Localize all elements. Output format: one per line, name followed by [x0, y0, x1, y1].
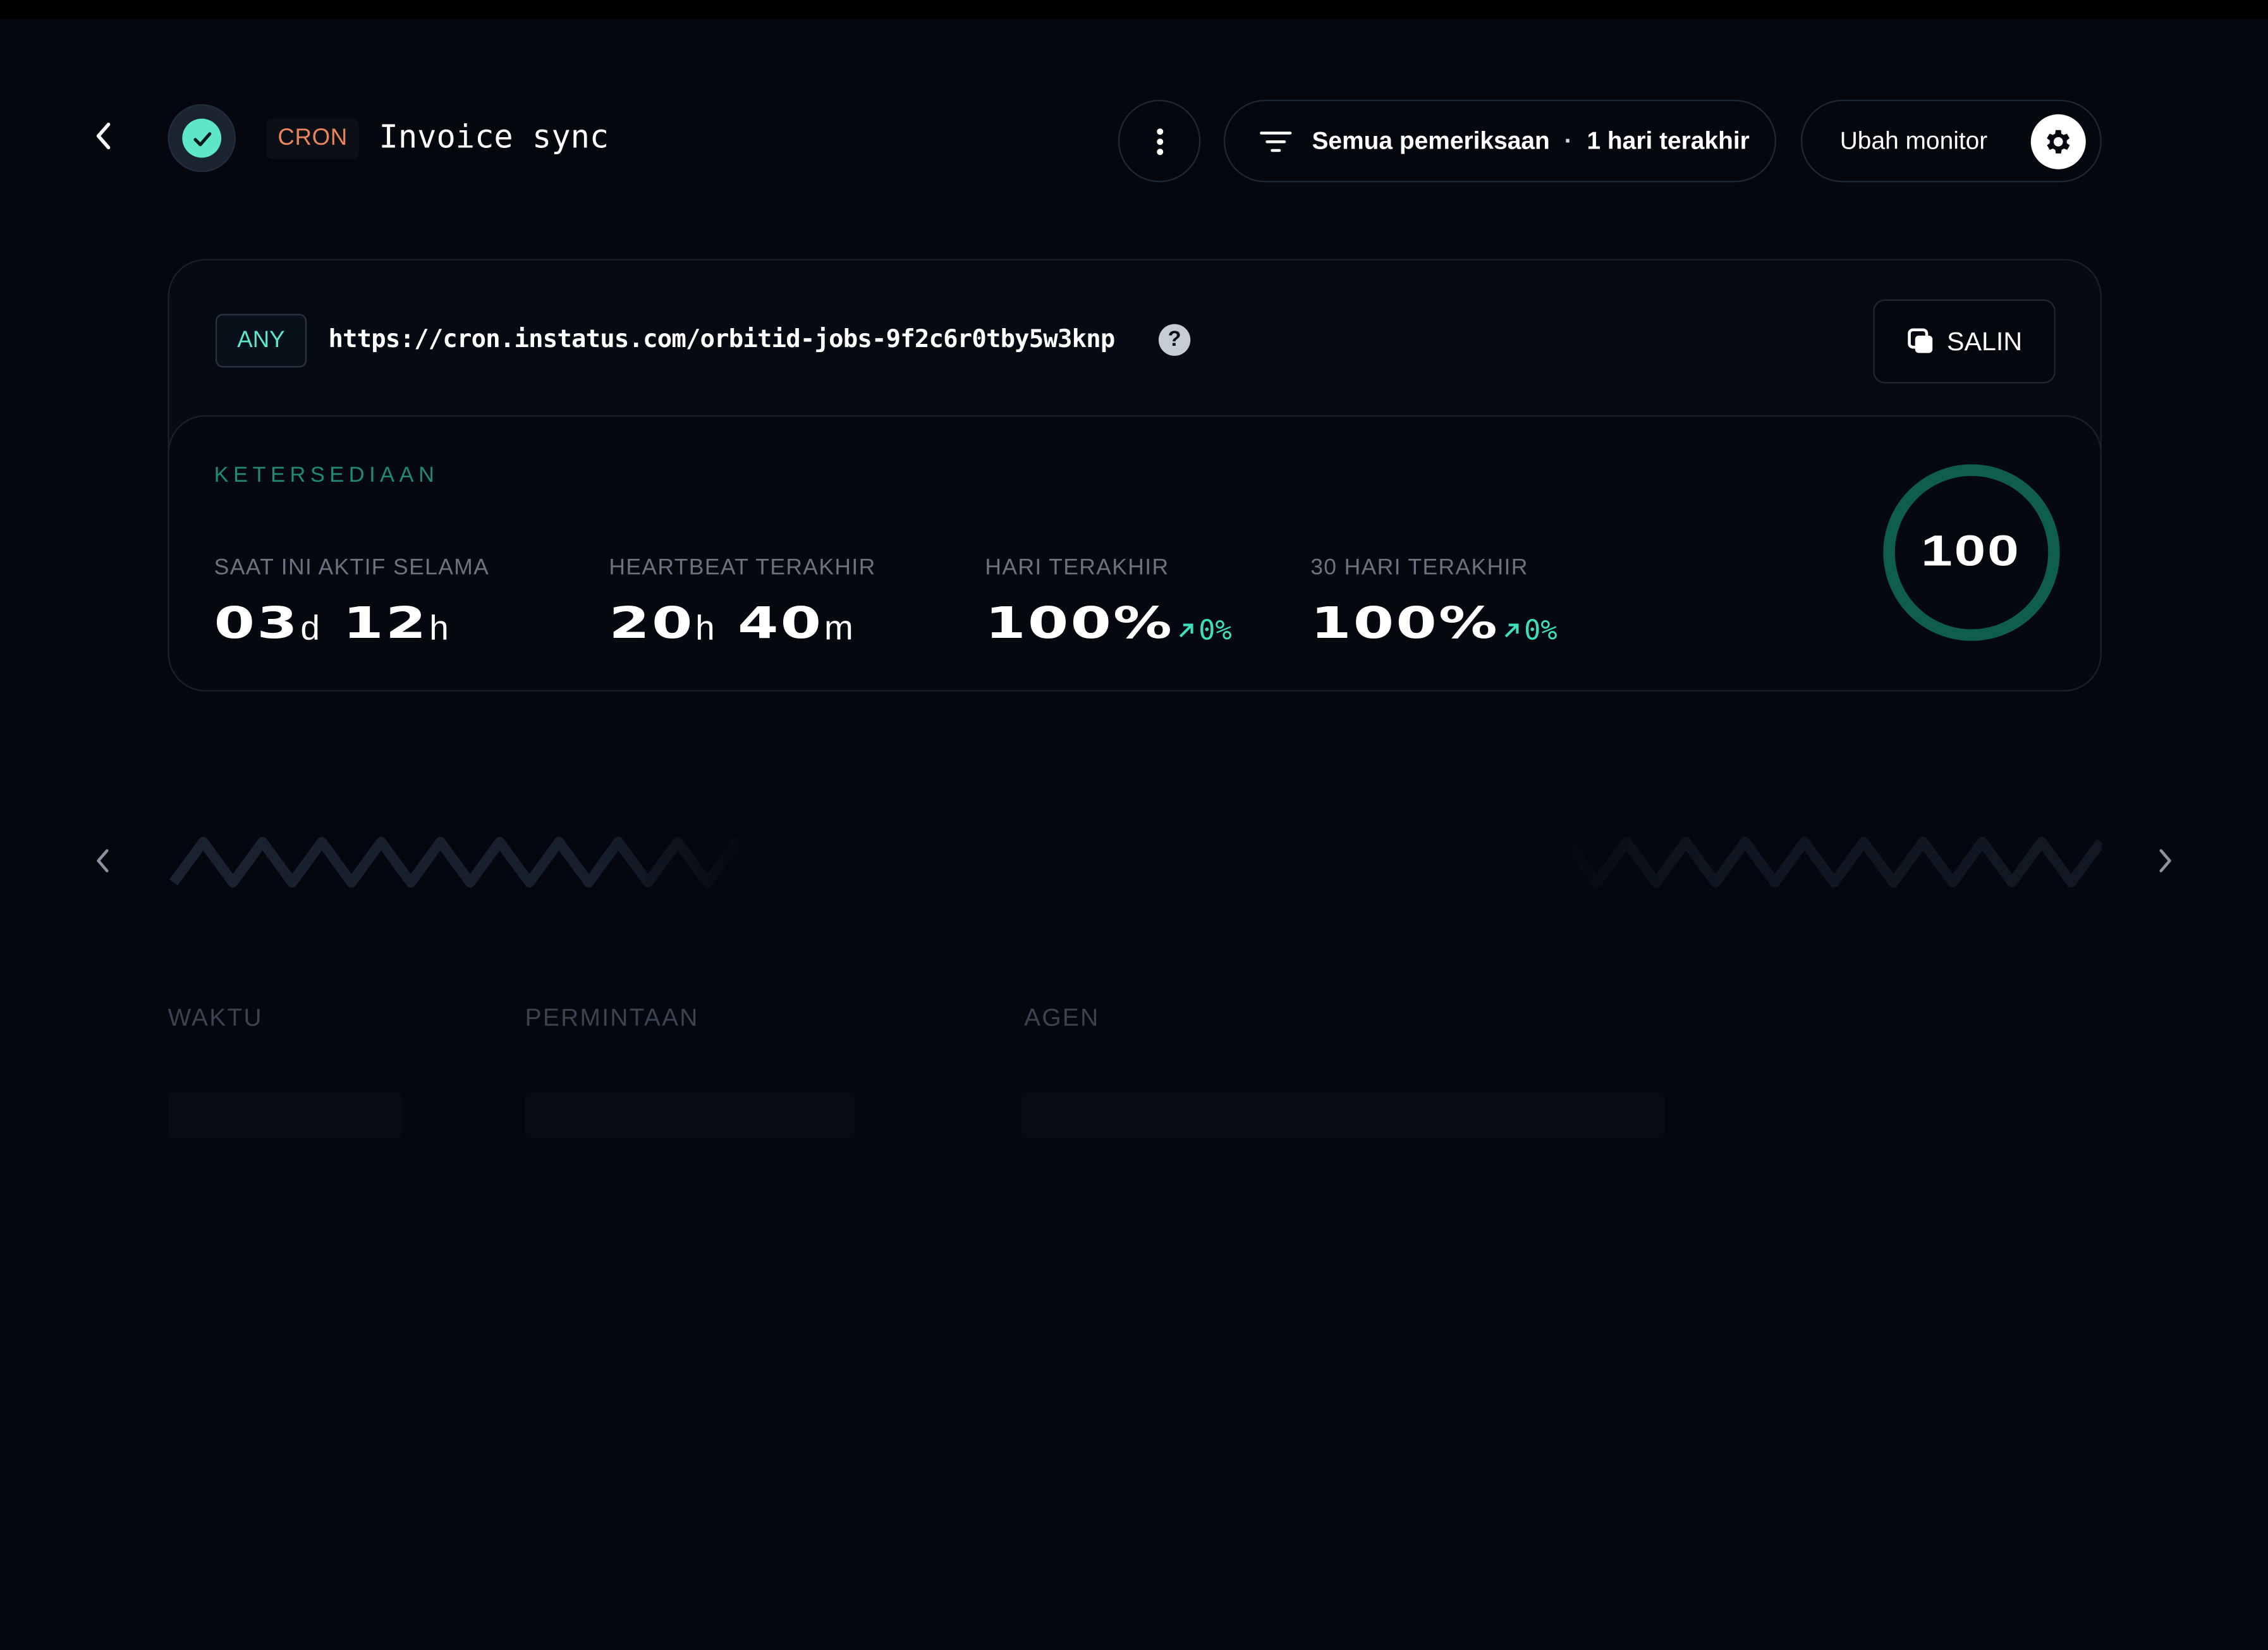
heartbeat-minutes-unit: m	[824, 609, 853, 649]
settings-button[interactable]	[2030, 114, 2086, 169]
last-day-delta-value: 0%	[1198, 614, 1232, 647]
arrow-up-right-icon	[1179, 623, 1193, 638]
timeline-next-button[interactable]	[2143, 839, 2187, 883]
column-header-agent: AGEN	[1024, 1004, 1100, 1032]
edit-monitor-label: Ubah monitor	[1839, 126, 1988, 154]
last-30-days-delta: 0%	[1503, 612, 1558, 649]
uptime-hours-value: 12	[343, 599, 429, 650]
filter-separator: ·	[1564, 126, 1573, 154]
stat-label: 30 HARI TERAKHIR	[1310, 555, 1528, 580]
arrow-up-right-icon	[1504, 623, 1518, 638]
kebab-icon	[1156, 128, 1163, 155]
stat-value: 03 d 12 h	[214, 599, 490, 650]
monitor-title: Invoice sync	[379, 119, 609, 157]
last-30-days-value: 100%	[1310, 599, 1499, 650]
stat-last-day: HARI TERAKHIR 100% 0%	[985, 556, 1231, 650]
column-header-time: WAKTU	[168, 1004, 263, 1032]
stat-value: 100% 0%	[985, 599, 1232, 650]
stat-uptime: SAAT INI AKTIF SELAMA 03 d 12 h	[214, 556, 490, 650]
heartbeat-minutes-value: 40	[738, 599, 824, 650]
stat-value: 20 h 40 m	[609, 599, 875, 650]
stat-last-30-days: 30 HARI TERAKHIR 100% 0%	[1310, 556, 1557, 650]
monitor-type-tag: CRON	[266, 118, 360, 159]
filter-button[interactable]: Semua pemeriksaan · 1 hari terakhir	[1223, 99, 1777, 183]
status-dot	[182, 118, 222, 158]
more-options-button[interactable]	[1118, 99, 1201, 183]
stat-label: SAAT INI AKTIF SELAMA	[214, 555, 490, 580]
availability-score-value: 100	[1922, 528, 2021, 576]
skeleton-cell-time	[168, 1092, 403, 1139]
availability-score-ring: 100	[1881, 461, 2063, 644]
check-icon	[193, 131, 211, 146]
gear-icon	[2047, 130, 2070, 154]
chevron-right-icon	[2159, 849, 2171, 872]
endpoint-url: https://cron.instatus.com/orbitid-jobs-9…	[328, 325, 1115, 355]
stat-label: HEARTBEAT TERAKHIR	[609, 555, 876, 580]
edit-monitor-button[interactable]: Ubah monitor	[1800, 99, 2102, 183]
column-header-request: PERMINTAAN	[525, 1004, 699, 1032]
chevron-left-icon	[96, 123, 111, 150]
availability-title: KETERSEDIAAN	[214, 463, 439, 488]
stat-last-heartbeat: HEARTBEAT TERAKHIR 20 h 40 m	[609, 556, 875, 650]
monitor-page: CRON Invoice sync Semua pemeriksaan · 1 …	[0, 0, 2268, 1650]
filter-range-label: 1 hari terakhir	[1587, 126, 1750, 154]
filter-lines-icon	[1260, 131, 1292, 152]
timeline-prev-button[interactable]	[81, 839, 125, 883]
last-day-delta: 0%	[1177, 612, 1232, 649]
filter-checks-label: Semua pemeriksaan	[1312, 126, 1550, 154]
chevron-left-icon	[97, 849, 109, 872]
uptime-days-unit: d	[300, 609, 320, 649]
status-indicator	[168, 104, 236, 173]
copy-label: SALIN	[1947, 326, 2023, 355]
skeleton-cell-agent	[1021, 1092, 1665, 1139]
heartbeat-hours-value: 20	[609, 599, 695, 650]
copy-icon	[1908, 328, 1933, 353]
availability-panel: KETERSEDIAAN SAAT INI AKTIF SELAMA 03 d …	[168, 415, 2102, 692]
last-day-value: 100%	[985, 599, 1174, 650]
timeline-skeleton-wave	[169, 836, 2102, 888]
stat-label: HARI TERAKHIR	[985, 555, 1169, 580]
help-icon[interactable]: ?	[1158, 324, 1191, 356]
content-root: CRON Invoice sync Semua pemeriksaan · 1 …	[0, 0, 2268, 1650]
heartbeat-hours-unit: h	[695, 609, 715, 649]
back-button[interactable]	[84, 116, 125, 156]
last-30-days-delta-value: 0%	[1524, 614, 1558, 647]
uptime-days-value: 03	[214, 599, 300, 650]
copy-button[interactable]: SALIN	[1873, 299, 2056, 384]
stat-value: 100% 0%	[1310, 599, 1558, 650]
method-tag: ANY	[215, 314, 307, 368]
monitor-card: ANY https://cron.instatus.com/orbitid-jo…	[168, 259, 2102, 692]
uptime-hours-unit: h	[429, 609, 449, 649]
skeleton-cell-request	[525, 1092, 855, 1139]
availability-score: 100	[1881, 461, 2063, 644]
